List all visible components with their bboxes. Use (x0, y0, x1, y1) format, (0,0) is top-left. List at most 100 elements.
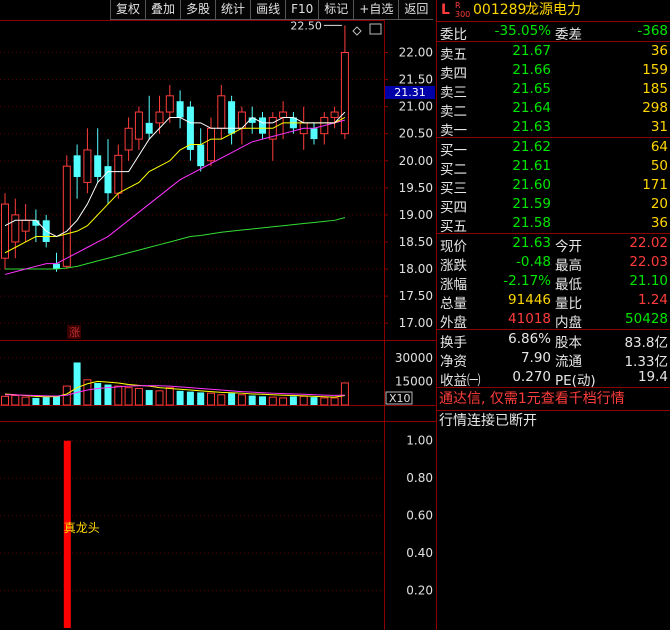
ask-list: 卖五 21.67 36 卖四 21.66 159 卖三 21.65 185 卖二 21.64 298 卖… (437, 42, 670, 139)
volume-bar (165, 387, 174, 406)
volume-bar (155, 390, 164, 406)
toolbar-btn-3[interactable]: 统计 (215, 0, 251, 20)
volume-bar (1, 395, 9, 406)
toolbar-btn-5[interactable]: F10 (285, 0, 319, 20)
volume-bar (73, 362, 81, 405)
weicha-label: 委差 (555, 27, 582, 43)
stat-value: 1.33亿 (624, 354, 668, 370)
volume-bar (279, 397, 288, 406)
quote-label: 最高 (555, 258, 582, 274)
quote-row: 总量 91446 量比 1.24 (437, 291, 670, 312)
volume-bar (330, 397, 339, 406)
connection-status: 行情连接已断开 (439, 413, 537, 429)
stat-label: 流通 (555, 354, 582, 370)
order-label: 买五 (440, 219, 467, 235)
order-price: 21.58 (512, 215, 551, 231)
volume-bar (207, 392, 215, 406)
price-axis-label: 18.50 (399, 235, 433, 249)
order-volume: 298 (642, 100, 668, 116)
toolbar-btn-2[interactable]: 多股 (180, 0, 216, 20)
promo-text[interactable]: 通达信, 仅需1元查看千档行情 (437, 388, 670, 411)
toolbar-btn-0[interactable]: 复权 (110, 0, 146, 20)
toolbar-btn-6[interactable]: 标记 (318, 0, 354, 20)
stat-value: 19.4 (637, 369, 668, 385)
candle-body (155, 111, 164, 124)
volume-bar (42, 397, 50, 405)
order-price: 21.66 (512, 62, 551, 78)
volume-unit: X10 (389, 392, 411, 405)
candle-body (53, 263, 60, 270)
bid-row: 买四 21.59 20 (437, 195, 670, 216)
flag-r: R 300 (455, 1, 471, 19)
candle-body (114, 154, 123, 194)
candle-body (21, 219, 30, 232)
volume-bar (217, 394, 226, 406)
diamond-icon (352, 26, 362, 36)
stats-list: 换手 6.86% 股本 83.8亿 净资 7.90 流通 1.33亿 收益㈠ 0.270 PE(动)… (437, 330, 670, 389)
stat-row: 净资 7.90 流通 1.33亿 (437, 349, 670, 370)
quote-label: 内盘 (555, 315, 582, 331)
candle-body (1, 203, 9, 259)
volume-bar (94, 382, 102, 405)
stat-value: 83.8亿 (624, 335, 668, 351)
volume-bar (268, 396, 277, 406)
order-price: 21.63 (512, 119, 551, 135)
quote-row: 涨跌 -0.48 最高 22.03 (437, 253, 670, 274)
chart-area[interactable]: 22.00 21.50 21.00 20.50 20.00 19.50 19.00 18.50… (0, 0, 436, 630)
weibi-value: -35.05% (494, 23, 551, 39)
order-label: 买一 (440, 143, 467, 159)
price-axis-label: 17.00 (399, 316, 433, 330)
indicator-axis-label: 0.60 (406, 509, 433, 523)
volume-bar (176, 390, 184, 405)
quote-label: 今开 (555, 239, 582, 255)
indicator-axis-label: 0.20 (406, 584, 433, 598)
stock-name: 龙源电力 (525, 2, 581, 18)
stat-value: 7.90 (520, 350, 551, 366)
volume-bar (186, 391, 194, 405)
zhang-marker-bg (67, 325, 81, 339)
quote-value: 50428 (625, 311, 668, 327)
price-axis-label: 19.50 (399, 181, 433, 195)
quote-panel: L R 300 001289 龙源电力 委比 -35.05% 委差 -368 卖… (436, 0, 670, 630)
quote-value: 1.24 (637, 292, 668, 308)
weicha-value: -368 (637, 23, 668, 39)
candle-body (217, 95, 226, 129)
candle-body (62, 165, 71, 267)
toolbar-btn-4[interactable]: 画线 (250, 0, 286, 20)
order-volume: 64 (650, 139, 668, 155)
candle-body (279, 111, 288, 118)
candle-body (259, 117, 266, 134)
candle-body (11, 214, 20, 243)
stat-label: 换手 (440, 335, 467, 351)
stat-row: 收益㈠ 0.270 PE(动) 19.4 (437, 368, 670, 389)
indicator-axis-label: 0.40 (406, 546, 433, 560)
toolbar-btn-7[interactable]: +自选 (353, 0, 399, 20)
quote-value: -0.48 (516, 254, 551, 270)
order-label: 买二 (440, 162, 467, 178)
volume-bar (124, 387, 133, 406)
ma60-line (5, 217, 346, 270)
volume-bar (320, 397, 329, 406)
bid-row: 买二 21.61 50 (437, 157, 670, 178)
toolbar-btn-8[interactable]: 返回 (398, 0, 434, 20)
order-label: 买四 (440, 200, 467, 216)
order-volume: 50 (650, 158, 668, 174)
order-price: 21.67 (512, 43, 551, 59)
candle-body (145, 122, 153, 134)
bid-row: 买三 21.60 171 (437, 176, 670, 197)
order-label: 卖二 (440, 104, 467, 120)
quote-label: 量比 (555, 296, 582, 312)
ask-row: 卖一 21.63 31 (437, 118, 670, 139)
stock-header[interactable]: L R 300 001289 龙源电力 (437, 0, 670, 22)
quote-value: 91446 (508, 292, 551, 308)
candle-body (176, 101, 184, 118)
weibi-row: 委比 -35.05% 委差 -368 (437, 22, 670, 43)
order-volume: 36 (650, 215, 668, 231)
volume-bar (11, 395, 20, 406)
volume-bar (299, 395, 308, 406)
volume-bar (134, 387, 143, 406)
stock-code: 001289 (473, 2, 527, 18)
order-volume: 171 (642, 177, 668, 193)
volume-bar (228, 393, 236, 405)
toolbar-btn-1[interactable]: 叠加 (145, 0, 181, 20)
